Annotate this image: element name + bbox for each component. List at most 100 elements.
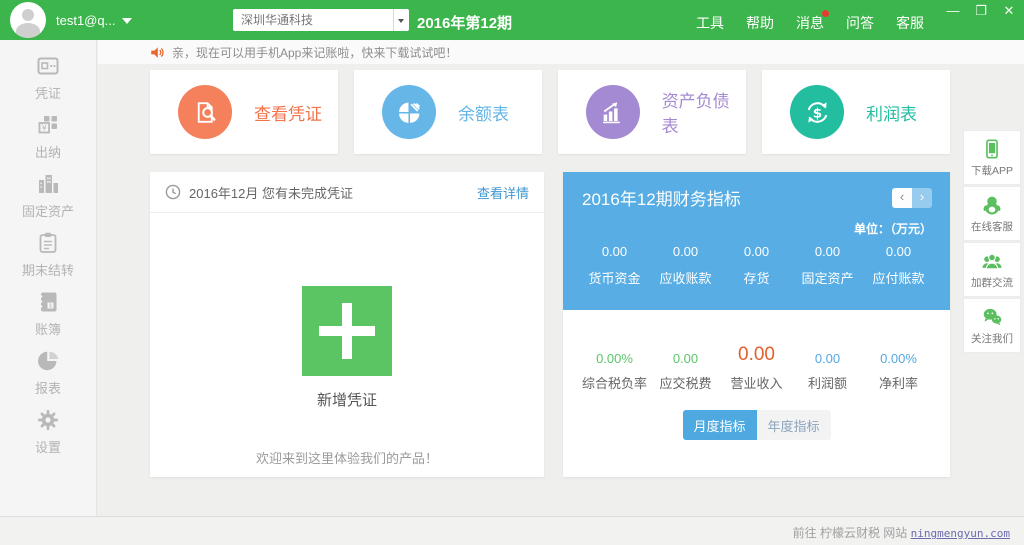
svg-text:$: $ [49, 303, 52, 309]
sidebar-item-period-closing[interactable]: 期末结转 [0, 225, 96, 283]
join-group-button[interactable]: 加群交流 [963, 242, 1021, 297]
todo-panel: 2016年12月 您有未完成凭证 查看详情 新增凭证 欢迎来到这里体验我们的产品… [150, 172, 544, 477]
menu-help[interactable]: 帮助 [746, 13, 774, 33]
stat-profit: 0.00 利润额 [792, 351, 863, 392]
website-link[interactable]: ningmengyun.com [911, 527, 1010, 540]
unit-label: 单位：（万元） [854, 220, 932, 237]
period-closing-icon [35, 230, 61, 256]
titlebar: test1@q... 深圳华通科技 2016年第12期 工具 帮助 消息 问答 … [0, 0, 1024, 40]
balance-sheet-icon [586, 85, 640, 139]
tab-yearly-indicators[interactable]: 年度指标 [757, 410, 831, 440]
user-dropdown-caret-icon[interactable] [122, 18, 132, 24]
todo-header-text: 2016年12月 您有未完成凭证 [189, 183, 353, 202]
sidebar-item-cashier[interactable]: ¥ 出纳 [0, 107, 96, 165]
white-stats-row: 0.00% 综合税负率 0.00 应交税费 0.00 营业收入 0.00 利润额… [563, 344, 950, 392]
balance-table-card[interactable]: 余额表 [354, 70, 542, 154]
sidebar-item-label: 出纳 [35, 142, 61, 161]
phone-icon [981, 138, 1003, 160]
stat-cash: 0.00 货币资金 [579, 244, 650, 287]
balance-sheet-card[interactable]: 资产负债表 [558, 70, 746, 154]
indicators-title: 2016年12期财务指标 [582, 185, 741, 210]
company-select[interactable]: 深圳华通科技 [233, 9, 409, 31]
menu-messages[interactable]: 消息 [796, 13, 824, 33]
card-label: 利润表 [866, 100, 917, 125]
todo-panel-header: 2016年12月 您有未完成凭证 查看详情 [150, 172, 544, 213]
minimize-button[interactable]: — [944, 3, 962, 19]
chevron-down-icon [398, 19, 404, 23]
sidebar-item-settings[interactable]: 设置 [0, 402, 96, 460]
wechat-icon [981, 306, 1003, 328]
menu-qa[interactable]: 问答 [846, 13, 874, 33]
card-label: 资产负债表 [662, 87, 746, 137]
view-voucher-icon [178, 85, 232, 139]
reports-icon [35, 348, 61, 374]
blue-stats-row: 0.00 货币资金 0.00 应收账款 0.00 存货 0.00 固定资产 0.… [563, 244, 950, 287]
card-label: 余额表 [458, 100, 509, 125]
sidebar-item-label: 设置 [35, 437, 61, 456]
card-label: 查看凭证 [254, 100, 322, 125]
view-details-link[interactable]: 查看详情 [477, 183, 529, 202]
online-support-button[interactable]: 在线客服 [963, 186, 1021, 241]
follow-us-button[interactable]: 关注我们 [963, 298, 1021, 353]
indicator-tabs: 月度指标 年度指标 [563, 410, 950, 440]
stat-fixed-assets: 0.00 固定资产 [792, 244, 863, 287]
stat-tax-payable: 0.00 应交税费 [650, 351, 721, 392]
view-voucher-card[interactable]: 查看凭证 [150, 70, 338, 154]
svg-text:$: $ [812, 105, 821, 121]
tab-monthly-indicators[interactable]: 月度指标 [683, 410, 757, 440]
profit-table-card[interactable]: $ 利润表 [762, 70, 950, 154]
sidebar-item-label: 报表 [35, 378, 61, 397]
balance-table-icon [382, 85, 436, 139]
sidebar: 凭证 ¥ 出纳 固定资产 期末结转 [0, 40, 97, 517]
footer: 前往 柠檬云财税 网站 ningmengyun.com [0, 516, 1024, 545]
cashier-icon: ¥ [35, 112, 61, 138]
company-select-value: 深圳华通科技 [241, 13, 313, 27]
clock-icon [165, 184, 181, 200]
footer-text: 前往 柠檬云财税 网站 [793, 526, 908, 540]
sidebar-item-label: 凭证 [35, 83, 61, 102]
sidebar-item-label: 期末结转 [22, 260, 74, 279]
ledger-icon: $ [35, 289, 61, 315]
notification-dot [822, 10, 829, 17]
select-caret-box[interactable] [393, 9, 409, 31]
window-controls: — ❐ ✕ [944, 3, 1018, 19]
rail-label: 加群交流 [971, 275, 1013, 290]
sidebar-item-label: 固定资产 [22, 201, 74, 220]
fixed-assets-icon [35, 171, 61, 197]
announcement-text: 亲，现在可以用手机App来记账啦，快来下载试试吧！ [172, 44, 457, 61]
prev-period-button[interactable]: ‹ [892, 188, 912, 208]
sidebar-item-fixed-assets[interactable]: 固定资产 [0, 166, 96, 224]
rail-label: 关注我们 [971, 331, 1013, 346]
next-period-button[interactable]: › [912, 188, 932, 208]
rail-label: 在线客服 [971, 219, 1013, 234]
sidebar-item-reports[interactable]: 报表 [0, 343, 96, 401]
avatar[interactable] [10, 2, 46, 38]
sidebar-item-label: 账簿 [35, 319, 61, 338]
sidebar-item-voucher[interactable]: 凭证 [0, 48, 96, 106]
maximize-button[interactable]: ❐ [972, 3, 990, 19]
right-rail: 下载APP 在线客服 加群交流 [963, 130, 1021, 353]
sidebar-item-ledger[interactable]: $ 账簿 [0, 284, 96, 342]
rail-label: 下载APP [971, 163, 1013, 178]
download-app-button[interactable]: 下载APP [963, 130, 1021, 185]
profit-table-icon: $ [790, 85, 844, 139]
add-voucher-button[interactable] [302, 286, 392, 376]
svg-text:¥: ¥ [41, 122, 47, 132]
settings-icon [35, 407, 61, 433]
stat-payables: 0.00 应付账款 [863, 244, 934, 287]
indicators-header: 2016年12期财务指标 ‹ › 单位：（万元） 0.00 货币资金 0.00 … [563, 172, 950, 310]
period-pager: ‹ › [892, 188, 932, 208]
voucher-icon [35, 53, 61, 79]
add-voucher-label: 新增凭证 [317, 389, 377, 410]
stat-tax-burden: 0.00% 综合税负率 [579, 351, 650, 392]
group-icon [981, 250, 1003, 272]
username[interactable]: test1@q... [56, 13, 115, 28]
stat-net-margin: 0.00% 净利率 [863, 351, 934, 392]
menu-support[interactable]: 客服 [896, 13, 924, 33]
close-button[interactable]: ✕ [1000, 3, 1018, 19]
period-label: 2016年第12期 [417, 12, 512, 33]
quick-cards-row: 查看凭证 余额表 [150, 70, 950, 154]
welcome-text: 欢迎来到这里体验我们的产品！ [256, 448, 438, 467]
menu-tools[interactable]: 工具 [696, 13, 724, 33]
stat-revenue: 0.00 营业收入 [721, 344, 792, 392]
